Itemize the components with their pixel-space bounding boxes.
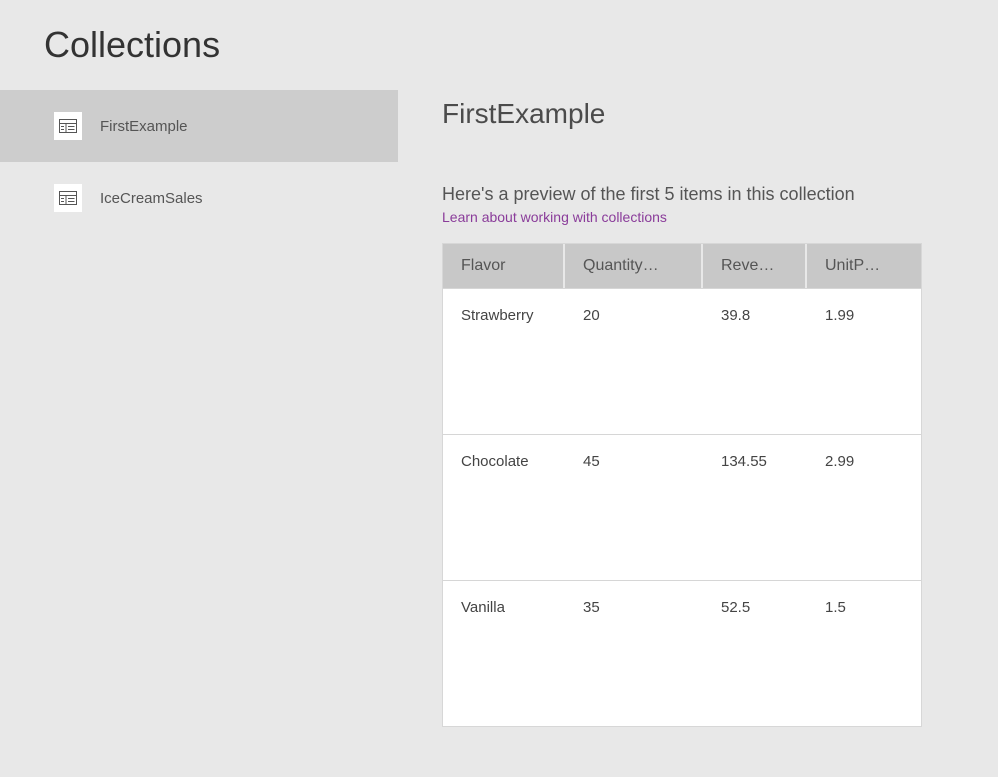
table-row[interactable]: Strawberry 20 39.8 1.99: [443, 288, 921, 434]
cell-flavor: Vanilla: [443, 581, 565, 726]
cell-flavor: Strawberry: [443, 289, 565, 434]
sidebar-item-firstexample[interactable]: FirstExample: [0, 90, 398, 162]
preview-table: Flavor Quantity… Reve… UnitP… Strawberry…: [442, 243, 922, 727]
cell-revenue: 134.55: [703, 435, 807, 580]
column-header-revenue[interactable]: Reve…: [703, 244, 807, 288]
column-header-quantity[interactable]: Quantity…: [565, 244, 703, 288]
sidebar-item-icecreamsales[interactable]: IceCreamSales: [0, 162, 398, 234]
collection-icon: [54, 184, 82, 212]
table-row[interactable]: Chocolate 45 134.55 2.99: [443, 434, 921, 580]
sidebar-item-label: IceCreamSales: [100, 190, 203, 207]
cell-revenue: 52.5: [703, 581, 807, 726]
cell-quantity: 20: [565, 289, 703, 434]
preview-text: Here's a preview of the first 5 items in…: [442, 184, 998, 205]
cell-revenue: 39.8: [703, 289, 807, 434]
column-header-flavor[interactable]: Flavor: [443, 244, 565, 288]
cell-quantity: 45: [565, 435, 703, 580]
detail-title: FirstExample: [442, 98, 998, 130]
table-row[interactable]: Vanilla 35 52.5 1.5: [443, 580, 921, 726]
cell-unitprice: 1.5: [807, 581, 919, 726]
learn-link[interactable]: Learn about working with collections: [442, 209, 667, 225]
cell-unitprice: 2.99: [807, 435, 919, 580]
table-header-row: Flavor Quantity… Reve… UnitP…: [443, 244, 921, 288]
sidebar-item-label: FirstExample: [100, 118, 188, 135]
cell-unitprice: 1.99: [807, 289, 919, 434]
cell-flavor: Chocolate: [443, 435, 565, 580]
collection-icon: [54, 112, 82, 140]
cell-quantity: 35: [565, 581, 703, 726]
page-title: Collections: [0, 0, 998, 90]
column-header-unitprice[interactable]: UnitP…: [807, 244, 919, 288]
detail-pane: FirstExample Here's a preview of the fir…: [398, 90, 998, 771]
collections-sidebar: FirstExample IceCreamSales: [0, 90, 398, 771]
